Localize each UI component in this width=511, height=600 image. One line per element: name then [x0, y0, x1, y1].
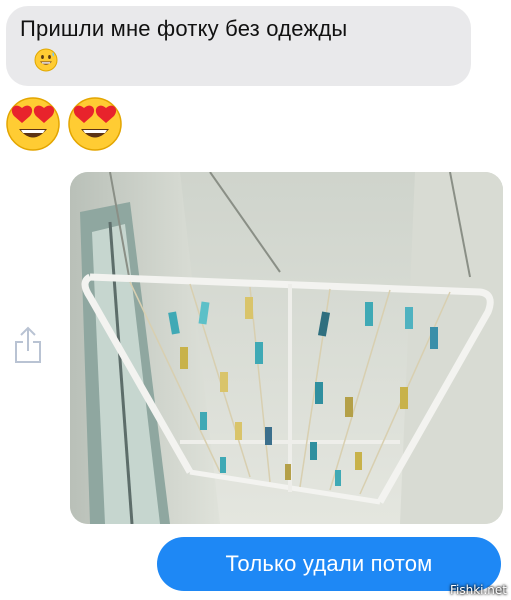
share-icon[interactable]: [12, 325, 44, 365]
reaction-emojis: [4, 94, 124, 157]
shared-photo[interactable]: [70, 172, 503, 524]
heart-eyes-emoji-icon: [4, 94, 62, 157]
incoming-message-bubble[interactable]: Пришли мне фотку без одежды: [6, 6, 471, 86]
outgoing-message-text: Только удали потом: [225, 551, 433, 576]
clothes-rack-photo-image: [70, 172, 503, 524]
incoming-message-text: Пришли мне фотку без одежды: [20, 16, 348, 41]
grinning-sweat-emoji-icon: [34, 48, 58, 77]
watermark: Fishki.net: [449, 583, 507, 597]
heart-eyes-emoji-icon: [66, 94, 124, 157]
